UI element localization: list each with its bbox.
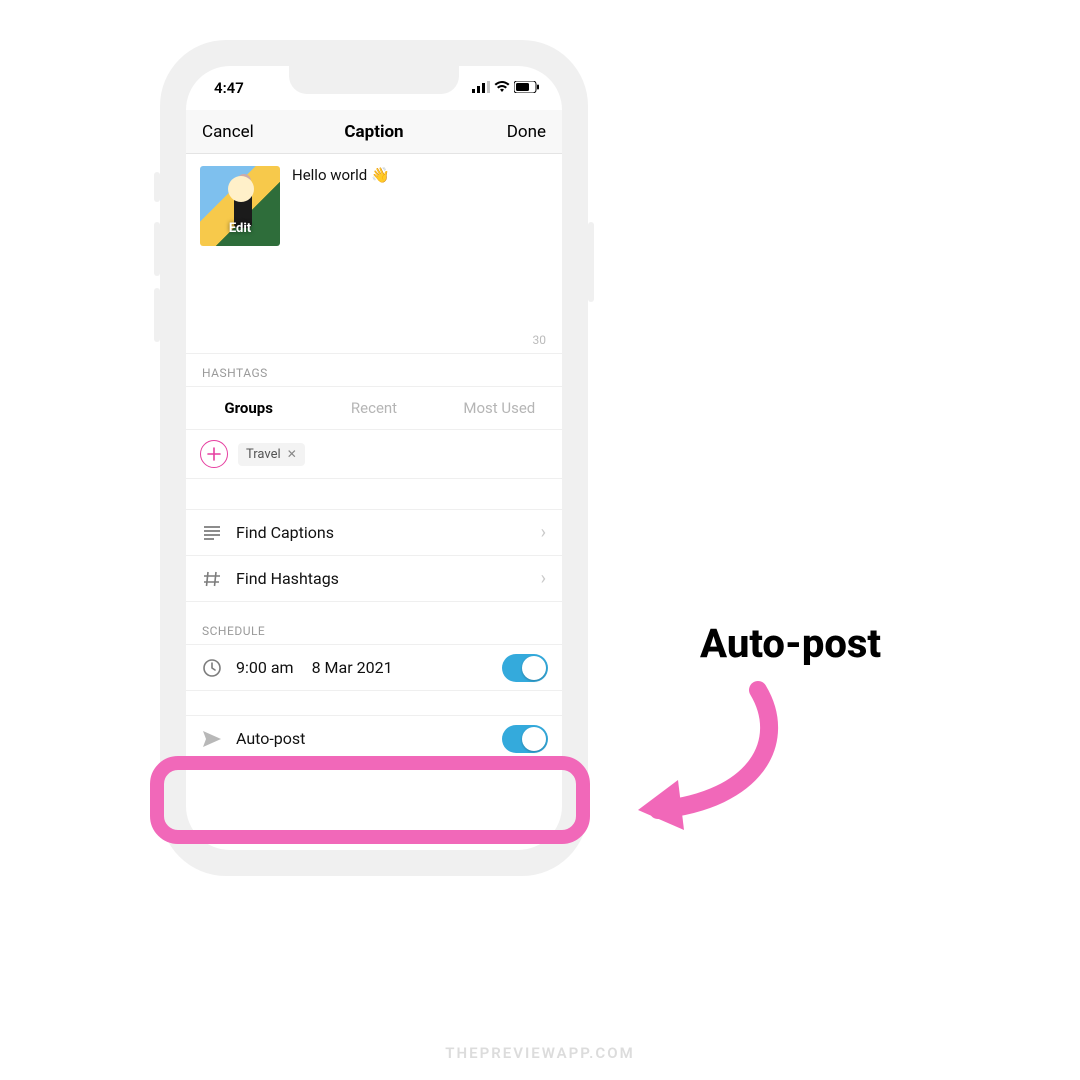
caption-editor[interactable]: Edit Hello world 👋 30 bbox=[186, 154, 562, 354]
home-indicator bbox=[314, 837, 434, 842]
autopost-row[interactable]: Auto-post bbox=[186, 715, 562, 762]
schedule-time-row[interactable]: 9:00 am 8 Mar 2021 bbox=[186, 644, 562, 691]
annotation-arrow-icon bbox=[598, 680, 798, 850]
nav-title: Caption bbox=[344, 122, 403, 142]
phone-frame: 4:47 Cancel Caption Done Edit bbox=[172, 52, 576, 864]
hashtag-chip[interactable]: Travel ✕ bbox=[238, 443, 305, 466]
signal-icon bbox=[472, 79, 490, 97]
hashtag-tabs: Groups Recent Most Used bbox=[186, 386, 562, 430]
cancel-button[interactable]: Cancel bbox=[202, 122, 254, 142]
schedule-toggle[interactable] bbox=[502, 654, 548, 682]
find-captions-row[interactable]: Find Captions › bbox=[186, 509, 562, 556]
phone-side-button bbox=[154, 222, 160, 276]
find-captions-label: Find Captions bbox=[236, 523, 334, 542]
done-button[interactable]: Done bbox=[507, 122, 546, 142]
clock-icon bbox=[202, 659, 222, 677]
chip-remove-icon[interactable]: ✕ bbox=[287, 447, 297, 461]
tab-recent[interactable]: Recent bbox=[311, 387, 436, 429]
caption-char-count: 30 bbox=[533, 333, 547, 347]
battery-icon bbox=[514, 79, 540, 97]
annotation-label: Auto-post bbox=[700, 620, 881, 667]
schedule-time: 9:00 am bbox=[236, 658, 294, 677]
autopost-label: Auto-post bbox=[236, 729, 305, 748]
phone-side-button bbox=[154, 288, 160, 342]
phone-notch bbox=[289, 66, 459, 94]
wifi-icon bbox=[494, 79, 510, 97]
thumbnail-edit-label[interactable]: Edit bbox=[200, 221, 280, 236]
post-thumbnail[interactable]: Edit bbox=[200, 166, 280, 246]
find-hashtags-label: Find Hashtags bbox=[236, 569, 339, 588]
hashtag-chip-label: Travel bbox=[246, 447, 281, 462]
find-hashtags-row[interactable]: Find Hashtags › bbox=[186, 555, 562, 602]
status-time: 4:47 bbox=[214, 79, 244, 97]
hashtags-label: HASHTAGS bbox=[186, 354, 562, 386]
send-icon bbox=[202, 731, 222, 747]
phone-side-button bbox=[588, 222, 594, 302]
hash-icon bbox=[202, 571, 222, 587]
nav-bar: Cancel Caption Done bbox=[186, 110, 562, 154]
caption-text[interactable]: Hello world 👋 bbox=[292, 166, 390, 353]
watermark: THEPREVIEWAPP.COM bbox=[445, 1044, 634, 1062]
add-hashtag-button[interactable] bbox=[200, 440, 228, 468]
hashtag-chip-row: Travel ✕ bbox=[186, 430, 562, 479]
chevron-right-icon: › bbox=[541, 568, 546, 589]
phone-screen: 4:47 Cancel Caption Done Edit bbox=[186, 66, 562, 850]
schedule-label: SCHEDULE bbox=[186, 602, 562, 644]
autopost-toggle[interactable] bbox=[502, 725, 548, 753]
tab-most-used[interactable]: Most Used bbox=[437, 387, 562, 429]
list-icon bbox=[202, 526, 222, 540]
schedule-date: 8 Mar 2021 bbox=[312, 658, 393, 677]
tab-groups[interactable]: Groups bbox=[186, 387, 311, 429]
phone-side-button bbox=[154, 172, 160, 202]
chevron-right-icon: › bbox=[541, 522, 546, 543]
